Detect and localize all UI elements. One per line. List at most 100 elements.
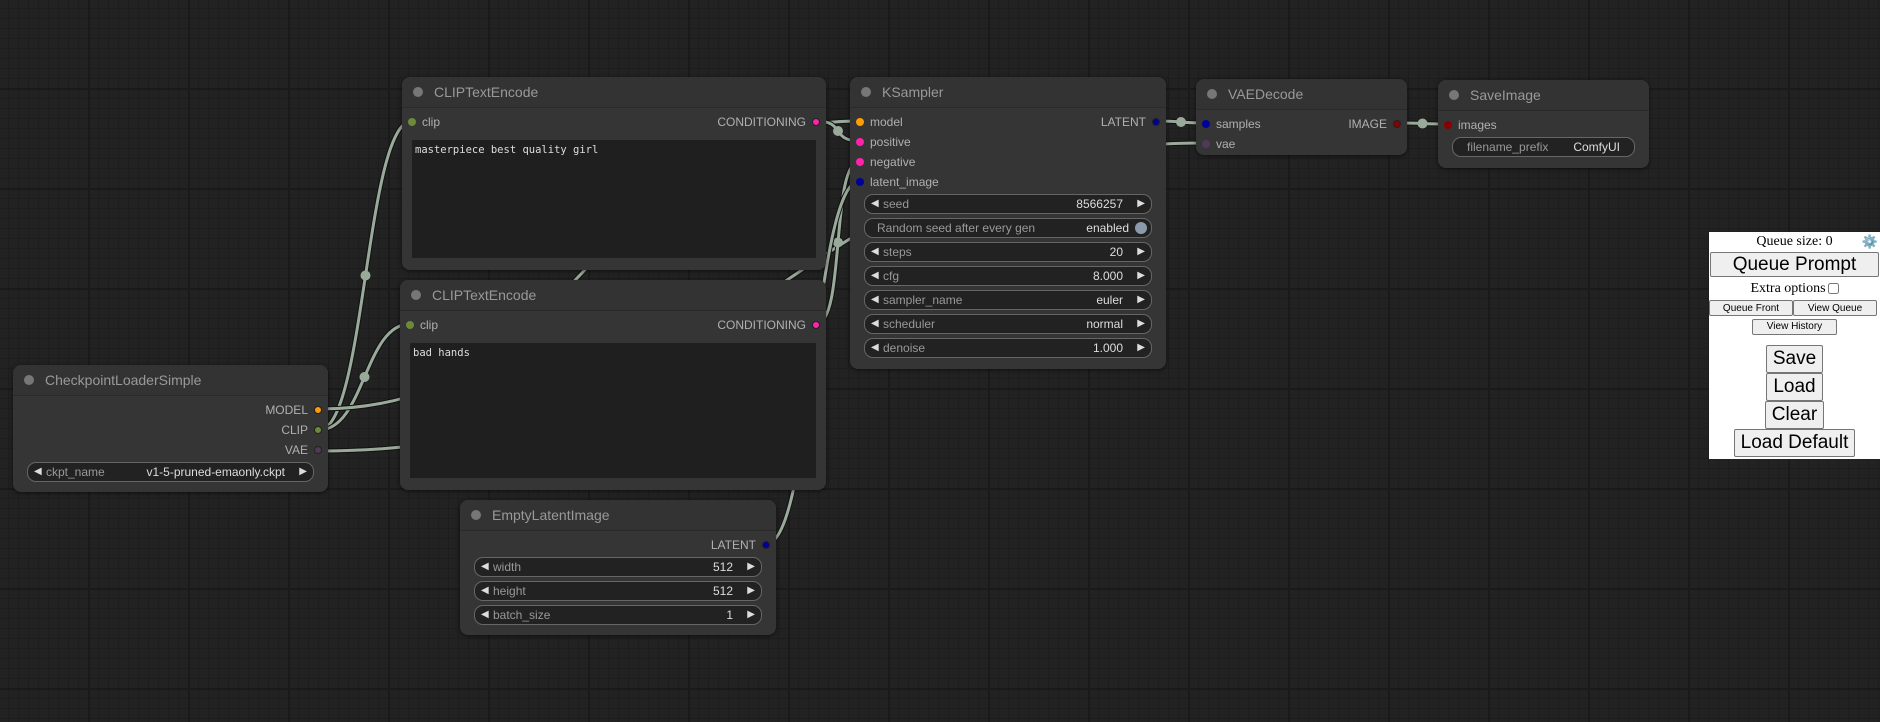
node-title: VAEDecode: [1228, 86, 1304, 102]
node-title: EmptyLatentImage: [492, 507, 610, 523]
increment-arrow-icon[interactable]: ▶: [1137, 195, 1145, 213]
increment-arrow-icon[interactable]: ▶: [747, 606, 755, 624]
slot-dot-icon[interactable]: [856, 138, 864, 146]
slot-dot-icon[interactable]: [812, 321, 820, 329]
slot-dot-icon[interactable]: [314, 406, 322, 414]
collapse-dot-icon[interactable]: [411, 290, 421, 300]
increment-arrow-icon[interactable]: ▶: [1137, 267, 1145, 285]
node-title-bar[interactable]: EmptyLatentImage: [460, 500, 776, 531]
collapse-dot-icon[interactable]: [1449, 90, 1459, 100]
slot-dot-icon[interactable]: [1393, 120, 1401, 128]
widget-ckpt-name[interactable]: ◀ ckpt_name v1-5-pruned-emaonly.ckpt ▶: [27, 462, 314, 482]
slot-dot-icon[interactable]: [762, 541, 770, 549]
queue-front-button[interactable]: Queue Front: [1709, 300, 1793, 316]
increment-arrow-icon[interactable]: ▶: [747, 582, 755, 600]
slot-dot-icon[interactable]: [856, 158, 864, 166]
node-title-bar[interactable]: VAEDecode: [1196, 79, 1407, 110]
slot-label: CLIP: [281, 423, 308, 437]
queue-prompt-button[interactable]: Queue Prompt: [1710, 252, 1879, 277]
load-default-button[interactable]: Load Default: [1733, 428, 1856, 457]
view-queue-button[interactable]: View Queue: [1793, 300, 1877, 316]
node-empty-latent-image[interactable]: EmptyLatentImage LATENT ◀ width 512 ▶ ◀ …: [460, 500, 776, 635]
decrement-arrow-icon[interactable]: ◀: [34, 463, 42, 481]
settings-gear-icon[interactable]: ⚙️: [1862, 234, 1878, 250]
increment-arrow-icon[interactable]: ▶: [1137, 291, 1145, 309]
decrement-arrow-icon[interactable]: ◀: [871, 243, 879, 261]
increment-arrow-icon[interactable]: ▶: [1137, 339, 1145, 357]
decrement-arrow-icon[interactable]: ◀: [481, 606, 489, 624]
node-title-bar[interactable]: CheckpointLoaderSimple: [13, 365, 328, 396]
decrement-arrow-icon[interactable]: ◀: [871, 339, 879, 357]
view-history-button[interactable]: View History: [1752, 318, 1837, 335]
extra-options-checkbox[interactable]: [1827, 283, 1839, 295]
slot-dot-icon[interactable]: [1202, 140, 1210, 148]
increment-arrow-icon[interactable]: ▶: [1137, 315, 1145, 333]
link-clip-to-negative-midpoint-icon[interactable]: [359, 372, 370, 382]
slot-dot-icon[interactable]: [856, 118, 864, 126]
save-button[interactable]: Save: [1765, 344, 1824, 373]
node-title-bar[interactable]: CLIPTextEncode: [400, 280, 826, 311]
widget-cfg[interactable]: ◀ cfg 8.000 ▶: [864, 266, 1152, 286]
collapse-dot-icon[interactable]: [1207, 89, 1217, 99]
link-clip-to-negative[interactable]: [318, 322, 411, 432]
widget-height[interactable]: ◀ height 512 ▶: [474, 581, 762, 601]
widget-denoise[interactable]: ◀ denoise 1.000 ▶: [864, 338, 1152, 358]
increment-arrow-icon[interactable]: ▶: [299, 463, 307, 481]
decrement-arrow-icon[interactable]: ◀: [481, 582, 489, 600]
slot-label: positive: [870, 135, 911, 149]
node-clip-text-encode-negative[interactable]: CLIPTextEncode clip CONDITIONING bad han…: [400, 280, 826, 490]
slot-dot-icon[interactable]: [812, 118, 820, 126]
increment-arrow-icon[interactable]: ▶: [747, 558, 755, 576]
collapse-dot-icon[interactable]: [413, 87, 423, 97]
node-save-image[interactable]: SaveImage images filename_prefix ComfyUI: [1438, 80, 1649, 168]
slot-label: vae: [1216, 137, 1236, 151]
slot-dot-icon[interactable]: [314, 446, 322, 454]
widget-scheduler[interactable]: ◀ scheduler normal ▶: [864, 314, 1152, 334]
widget-filename-prefix[interactable]: filename_prefix ComfyUI: [1452, 137, 1635, 157]
widget-random-seed-toggle[interactable]: Random seed after every gen enabled: [864, 218, 1152, 238]
decrement-arrow-icon[interactable]: ◀: [871, 291, 879, 309]
increment-arrow-icon[interactable]: ▶: [1137, 243, 1145, 261]
prompt-textarea[interactable]: bad hands: [410, 343, 816, 478]
collapse-dot-icon[interactable]: [24, 375, 34, 385]
widget-width[interactable]: ◀ width 512 ▶: [474, 557, 762, 577]
node-checkpoint-loader-simple[interactable]: CheckpointLoaderSimple MODEL CLIP VAE ◀ …: [13, 365, 328, 492]
node-vae-decode[interactable]: VAEDecode samples IMAGE vae: [1196, 79, 1407, 155]
decrement-arrow-icon[interactable]: ◀: [481, 558, 489, 576]
link-clip-to-positive-midpoint-icon[interactable]: [360, 270, 371, 281]
node-title-bar[interactable]: CLIPTextEncode: [402, 77, 826, 108]
slot-dot-icon[interactable]: [856, 178, 864, 186]
toggle-knob-icon[interactable]: [1135, 222, 1147, 234]
slot-dot-icon[interactable]: [1444, 121, 1452, 129]
node-title-bar[interactable]: SaveImage: [1438, 80, 1649, 111]
slot-dot-icon[interactable]: [406, 321, 414, 329]
slot-dot-icon[interactable]: [408, 118, 416, 126]
link-image-to-saveimage-midpoint-icon[interactable]: [1417, 118, 1428, 129]
slot-label: LATENT: [710, 538, 756, 552]
decrement-arrow-icon[interactable]: ◀: [871, 315, 879, 333]
node-clip-text-encode-positive[interactable]: CLIPTextEncode clip CONDITIONING masterp…: [402, 77, 826, 270]
link-ksampler-to-vaedecode-midpoint-icon[interactable]: [1176, 117, 1186, 127]
link-negative-to-ksampler-midpoint-icon[interactable]: [833, 237, 843, 248]
collapse-dot-icon[interactable]: [861, 87, 871, 97]
widget-sampler-name[interactable]: ◀ sampler_name euler ▶: [864, 290, 1152, 310]
widget-seed[interactable]: ◀ seed 8566257 ▶: [864, 194, 1152, 214]
widget-label: ckpt_name: [46, 465, 105, 479]
load-button[interactable]: Load: [1766, 372, 1823, 401]
clear-button[interactable]: Clear: [1764, 400, 1825, 429]
widget-steps[interactable]: ◀ steps 20 ▶: [864, 242, 1152, 262]
widget-label: filename_prefix: [1467, 140, 1549, 154]
collapse-dot-icon[interactable]: [471, 510, 481, 520]
slot-dot-icon[interactable]: [1202, 120, 1210, 128]
widget-label: scheduler: [883, 317, 936, 331]
link-clip-to-positive[interactable]: [318, 119, 413, 432]
slot-dot-icon[interactable]: [314, 426, 322, 434]
prompt-textarea[interactable]: masterpiece best quality girl: [412, 140, 816, 258]
link-positive-to-ksampler-midpoint-icon[interactable]: [833, 126, 843, 136]
widget-batch-size[interactable]: ◀ batch_size 1 ▶: [474, 605, 762, 625]
slot-dot-icon[interactable]: [1152, 118, 1160, 126]
decrement-arrow-icon[interactable]: ◀: [871, 267, 879, 285]
node-ksampler[interactable]: KSampler model LATENT positive negative …: [850, 77, 1166, 369]
decrement-arrow-icon[interactable]: ◀: [871, 195, 879, 213]
node-title-bar[interactable]: KSampler: [850, 77, 1166, 108]
